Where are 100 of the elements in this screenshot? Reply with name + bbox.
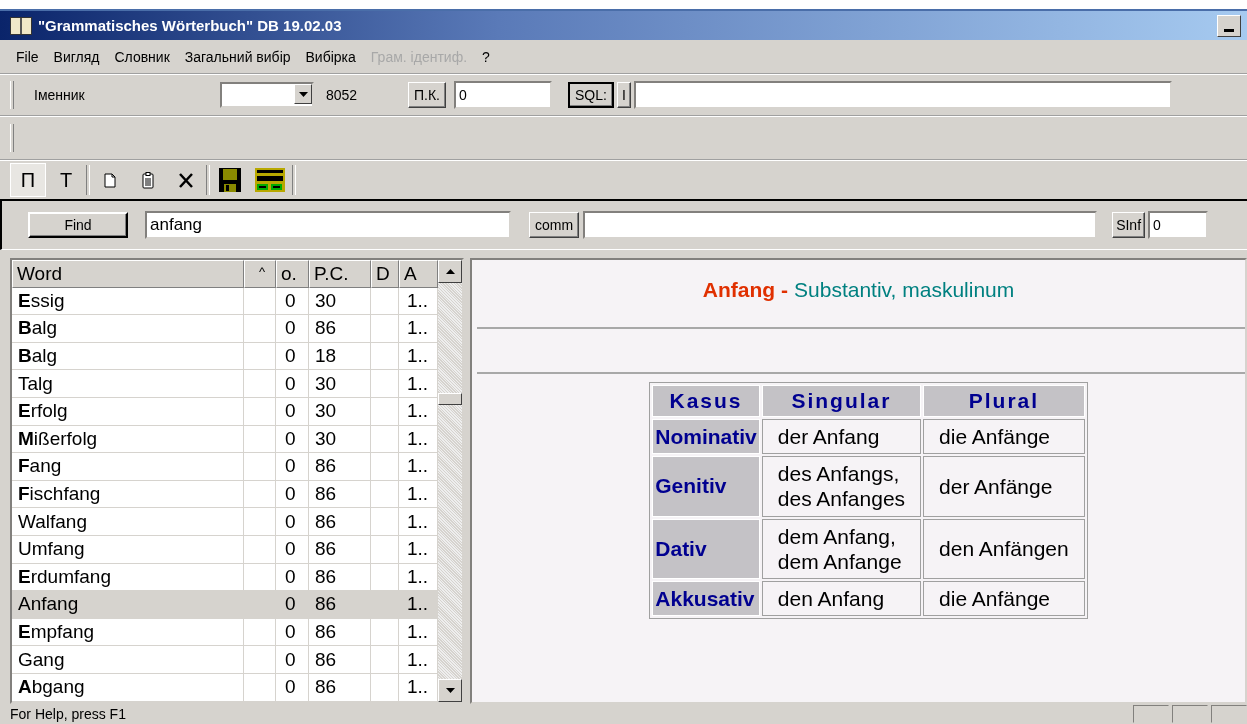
- grammar-label: Substantiv, maskulinum: [794, 278, 1015, 302]
- sql-button[interactable]: SQL:: [568, 82, 614, 108]
- scroll-up-button[interactable]: [438, 260, 462, 283]
- table-cell: 0: [276, 618, 309, 647]
- search-field[interactable]: anfang: [145, 211, 511, 239]
- table-cell[interactable]: Talg: [12, 370, 244, 398]
- table-cell: [371, 535, 399, 564]
- document-icon[interactable]: [104, 172, 116, 188]
- menu-item[interactable]: ?: [482, 48, 490, 65]
- table-cell: 0: [276, 591, 309, 619]
- table-cell: 86: [309, 535, 371, 564]
- comm-button[interactable]: comm: [529, 212, 580, 238]
- table-cell[interactable]: Anfang: [12, 591, 244, 619]
- menu-item[interactable]: Вибірка: [305, 48, 356, 65]
- table-cell: [244, 370, 276, 398]
- table-cell: 30: [309, 397, 371, 426]
- column-header[interactable]: o.: [276, 260, 309, 288]
- table-cell: [371, 370, 399, 398]
- table-cell: [244, 618, 276, 647]
- table-cell[interactable]: Walfang: [12, 508, 244, 536]
- table-cell: dem Anfang, dem Anfange: [761, 518, 922, 579]
- table-cell: 0: [276, 453, 309, 481]
- case-label: Nominativ: [652, 419, 760, 455]
- column-header[interactable]: A: [399, 260, 438, 288]
- window-title: "Grammatisches Wörterbuch" DB 19.02.03: [38, 17, 343, 34]
- pk-button[interactable]: П.К.: [408, 82, 446, 108]
- table-cell[interactable]: Gang: [12, 646, 244, 674]
- table-cell[interactable]: Fang: [12, 453, 244, 481]
- table-cell: 0: [276, 673, 309, 702]
- toolbar-button[interactable]: П: [10, 163, 46, 197]
- column-header[interactable]: ^: [244, 260, 276, 288]
- table-cell: [244, 453, 276, 481]
- record-count: 8052: [325, 87, 359, 103]
- table-cell[interactable]: Abgang: [12, 673, 244, 702]
- scroll-thumb[interactable]: [438, 393, 462, 405]
- up-arrow-icon[interactable]: [445, 269, 455, 274]
- dropdown-field[interactable]: [220, 82, 314, 108]
- column-header[interactable]: P.C.: [309, 260, 371, 288]
- table-cell: 86: [309, 315, 371, 343]
- find-button[interactable]: Find: [28, 212, 128, 238]
- minimize-button[interactable]: [1217, 14, 1241, 37]
- sinf-button[interactable]: SInf: [1112, 212, 1146, 238]
- menu-item[interactable]: Вигляд: [53, 48, 100, 65]
- table-cell[interactable]: Balg: [12, 315, 244, 343]
- table-cell: 0: [276, 315, 309, 343]
- i-button[interactable]: I: [616, 82, 631, 108]
- table-cell: 0: [276, 535, 309, 564]
- table-cell: 0: [276, 646, 309, 674]
- table-cell: [244, 480, 276, 509]
- toolbar-button[interactable]: Т: [48, 163, 84, 197]
- table-cell[interactable]: Balg: [12, 342, 244, 371]
- table-cell: 0: [276, 480, 309, 509]
- table-cell: [371, 508, 399, 536]
- table-cell: 86: [309, 618, 371, 647]
- table-cell: den Anfang: [761, 580, 922, 617]
- table-cell: [244, 535, 276, 564]
- case-label: Akkusativ: [652, 580, 760, 617]
- table-cell: [371, 618, 399, 647]
- table-cell[interactable]: Umfang: [12, 535, 244, 564]
- table-cell: die Anfänge: [923, 580, 1085, 617]
- status-text: For Help, press F1: [10, 706, 127, 722]
- clipboard-icon[interactable]: [142, 171, 154, 189]
- table-cell: [371, 342, 399, 371]
- table-cell: 86: [309, 673, 371, 702]
- table-cell[interactable]: Essig: [12, 287, 244, 316]
- scroll-down-button[interactable]: [438, 679, 462, 702]
- table-cell: [371, 453, 399, 481]
- cross-icon[interactable]: [178, 172, 194, 188]
- table-cell: 30: [309, 370, 371, 398]
- comment-field[interactable]: [583, 211, 1098, 239]
- table-cell: 86: [309, 453, 371, 481]
- sinf-field[interactable]: 0: [1148, 211, 1209, 239]
- table-cell: [371, 425, 399, 454]
- table-cell: 1..: [399, 591, 438, 619]
- table-cell: [244, 646, 276, 674]
- table-cell: [244, 425, 276, 454]
- table-cell: [371, 397, 399, 426]
- case-label: Genitiv: [652, 456, 760, 517]
- table-cell: [244, 315, 276, 343]
- menu-item[interactable]: Загальний вибір: [184, 48, 291, 65]
- table-cell[interactable]: Empfang: [12, 618, 244, 647]
- column-header[interactable]: Word: [12, 260, 244, 288]
- table-cell: des Anfangs, des Anfanges: [761, 456, 922, 517]
- scrollbar[interactable]: [438, 260, 462, 702]
- table-cell[interactable]: Fischfang: [12, 480, 244, 509]
- down-arrow-icon[interactable]: [445, 688, 455, 693]
- column-header: Kasus: [652, 385, 760, 417]
- table-cell: [244, 342, 276, 371]
- table-cell[interactable]: Erfolg: [12, 397, 244, 426]
- table-cell[interactable]: Mißerfolg: [12, 425, 244, 454]
- table-cell: [244, 397, 276, 426]
- menu-item[interactable]: Словник: [114, 48, 170, 65]
- column-header[interactable]: D: [371, 260, 399, 288]
- table-cell: 30: [309, 425, 371, 454]
- table-cell: [371, 646, 399, 674]
- table-cell: 18: [309, 342, 371, 371]
- pk-field[interactable]: 0: [454, 81, 552, 109]
- table-cell: 0: [276, 342, 309, 371]
- menu-item[interactable]: File: [16, 48, 39, 65]
- sql-field[interactable]: [633, 81, 1172, 109]
